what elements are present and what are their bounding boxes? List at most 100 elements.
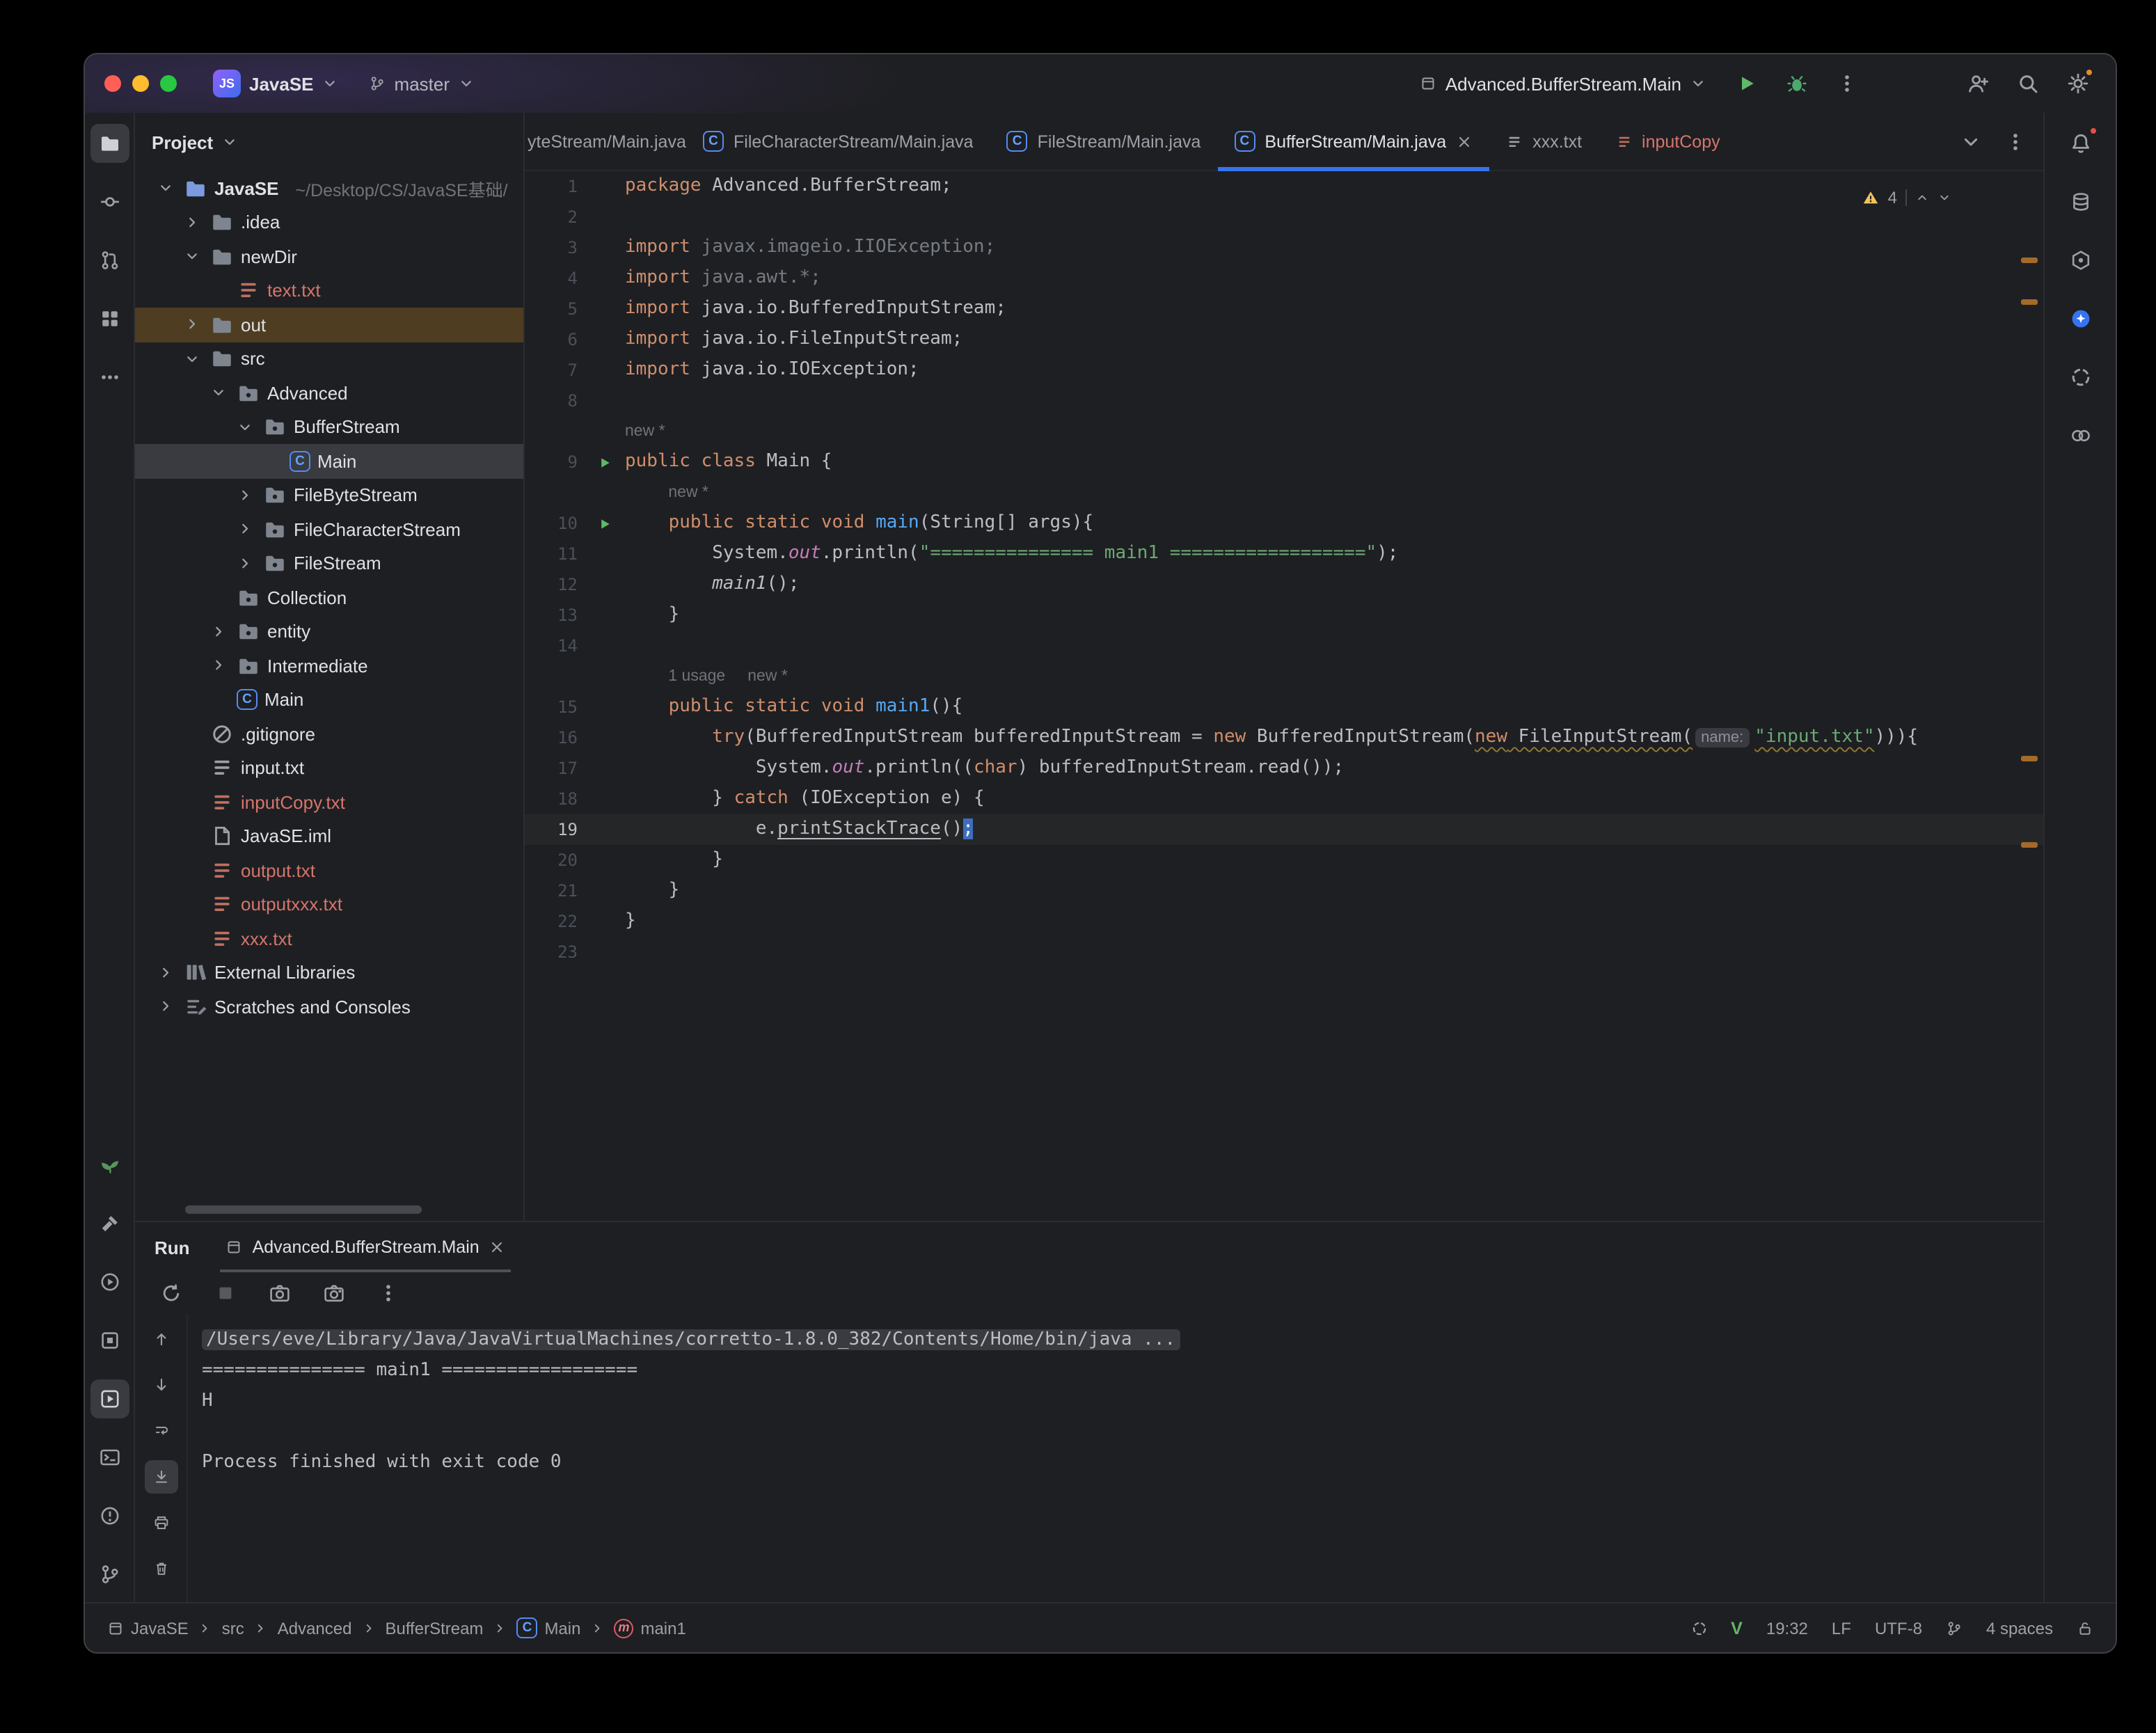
tree-item-newdir[interactable]: newDir [135,239,523,274]
run-tool[interactable] [90,1379,129,1418]
horizontal-scrollbar[interactable] [185,1205,422,1214]
code-vision-hint[interactable]: new * [668,477,708,508]
tree-item-scratches-and-consoles[interactable]: Scratches and Consoles [135,990,523,1024]
tab-list-dropdown-icon[interactable] [1960,130,1982,152]
search-everywhere-button[interactable] [2010,65,2046,102]
prev-occurrence-button[interactable] [144,1322,177,1356]
tree-item-external-libraries[interactable]: External Libraries [135,956,523,990]
code-with-me-button[interactable] [1960,65,1996,102]
inspections-widget[interactable]: 4 [1854,180,1960,216]
tree-item-javase-iml[interactable]: JavaSE.iml [135,819,523,853]
chevron-right-icon[interactable] [207,658,230,674]
settings-button[interactable] [2060,65,2096,102]
collaboration-tool[interactable] [2061,416,2100,455]
editor[interactable]: 4 1 package Advanced.BufferStream; 2 3 impor… [525,171,2043,1221]
chevron-right-icon[interactable] [234,487,256,504]
warning-stripe-mark[interactable] [2021,258,2038,263]
tab-filecharacterstream-main-java[interactable]: FileCharacterStream/Main.java [686,113,990,170]
dependencies-tool[interactable] [2061,241,2100,280]
tab-inputcopy[interactable]: inputCopy [1599,113,1737,170]
tree-item-out[interactable]: out [135,308,523,342]
tree-item-main[interactable]: Main [135,683,523,717]
tree-item-output-txt[interactable]: output.txt [135,853,523,887]
next-occurrence-button[interactable] [144,1368,177,1402]
chevron-right-icon[interactable] [154,999,177,1015]
chevron-down-icon[interactable] [207,385,230,402]
chevron-right-icon[interactable] [207,624,230,640]
tree-item-gitignore[interactable]: .gitignore [135,717,523,751]
project-panel-header[interactable]: Project [135,113,523,171]
zoom-window-button[interactable] [160,75,177,92]
run-gutter-button[interactable] [583,447,625,477]
debug-button[interactable] [1779,65,1815,102]
tree-item-filebytestream[interactable]: FileByteStream [135,478,523,512]
minimize-window-button[interactable] [132,75,149,92]
tree-item-text-txt[interactable]: text.txt [135,274,523,308]
notifications[interactable] [2061,124,2100,163]
writable-status[interactable] [2077,1620,2093,1636]
tab-options-icon[interactable] [2004,130,2027,152]
breadcrumb-item-src[interactable]: src [222,1618,244,1638]
tree-item-javase[interactable]: JavaSE ~/Desktop/CS/JavaSE基础/ [135,171,523,205]
chevron-right-icon[interactable] [154,965,177,981]
close-icon[interactable] [489,1239,506,1256]
database-tool[interactable] [2061,182,2100,221]
scroll-to-end-button[interactable] [144,1460,177,1494]
line-separator[interactable]: LF [1832,1618,1851,1638]
structure-tool[interactable] [90,299,129,338]
code-vision-hint[interactable]: 1 usage [668,661,725,692]
warning-stripe-mark[interactable] [2021,756,2038,761]
tree-item-input-txt[interactable]: input.txt [135,751,523,785]
memory-snapshot-button[interactable] [317,1276,351,1310]
tab-xxx-txt[interactable]: xxx.txt [1489,113,1599,170]
warning-stripe-mark[interactable] [2021,299,2038,305]
chevron-down-icon[interactable] [181,248,203,265]
cursor-position[interactable]: 19:32 [1766,1618,1808,1638]
run-tab[interactable]: Advanced.BufferStream.Main [220,1222,512,1272]
version-control-tool[interactable] [90,1555,129,1594]
chevron-down-icon[interactable] [181,351,203,367]
ai-plugin-status[interactable] [1690,1620,1707,1636]
breadcrumb-item-main[interactable]: Main [516,1617,580,1638]
commit-tool[interactable] [90,182,129,221]
run-line-icon[interactable] [596,516,612,531]
run-gutter-button[interactable] [583,508,625,539]
terminal-tool[interactable] [90,1438,129,1477]
plugins-tool[interactable] [90,1146,129,1185]
rerun-button[interactable] [154,1276,188,1310]
branch-widget[interactable]: master [361,69,483,98]
breadcrumb-item-javase[interactable]: JavaSE [107,1618,189,1638]
breadcrumb-item-advanced[interactable]: Advanced [278,1618,352,1638]
print-console-button[interactable] [144,1506,177,1540]
chevron-right-icon[interactable] [234,555,256,572]
chevron-right-icon[interactable] [181,214,203,231]
console-output[interactable]: /Users/eve/Library/Java/JavaVirtualMachi… [188,1314,2043,1602]
dump-threads-button[interactable] [263,1276,296,1310]
breadcrumb-item-bufferstream[interactable]: BufferStream [385,1618,483,1638]
console-more-options-button[interactable] [372,1276,405,1310]
indent-widget[interactable]: 4 spaces [1986,1618,2053,1638]
tree-item-idea[interactable]: .idea [135,205,523,239]
prev-problem-icon[interactable] [1915,191,1929,205]
pull-requests-tool[interactable] [90,241,129,280]
tree-item-collection[interactable]: Collection [135,580,523,615]
chatgpt-tool[interactable] [2061,358,2100,397]
vcs-widget[interactable] [1946,1620,1963,1636]
tab-filestream-main-java[interactable]: FileStream/Main.java [990,113,1218,170]
tree-item-bufferstream[interactable]: BufferStream [135,410,523,444]
clear-console-button[interactable] [144,1552,177,1585]
code-vision-hint[interactable]: new * [625,416,665,447]
tree-item-advanced[interactable]: Advanced [135,376,523,410]
ideavim-status[interactable]: V [1731,1618,1743,1638]
ai-assistant-tool[interactable] [2061,299,2100,338]
build-tool[interactable] [90,1204,129,1243]
code-vision-hint[interactable]: new * [747,661,788,692]
more-tool-windows[interactable] [90,358,129,397]
run-button[interactable] [1729,65,1765,102]
tree-item-inputcopy-txt[interactable]: inputCopy.txt [135,785,523,819]
tree-item-filestream[interactable]: FileStream [135,546,523,580]
close-window-button[interactable] [104,75,121,92]
file-encoding[interactable]: UTF-8 [1875,1618,1922,1638]
coverage-tool[interactable] [90,1321,129,1360]
more-run-options-button[interactable] [1829,65,1865,102]
